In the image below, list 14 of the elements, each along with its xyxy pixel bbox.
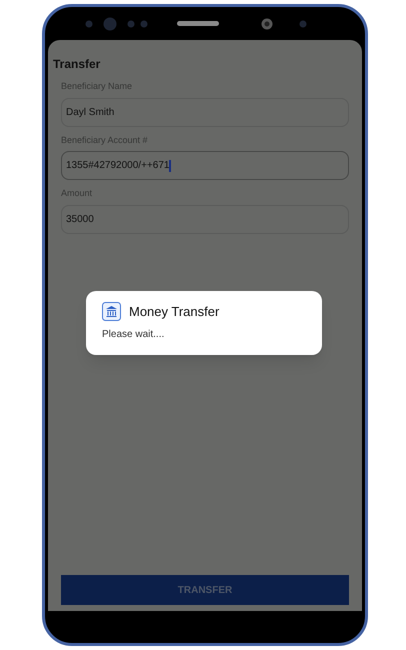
dialog-title: Money Transfer [129, 303, 220, 321]
sensor-icon [127, 20, 149, 28]
camera-icon [103, 16, 117, 30]
input-field[interactable]: 1355#42792000/++671 [61, 151, 349, 180]
speaker-icon [177, 21, 219, 26]
sensor-icon [85, 20, 93, 28]
input-field[interactable]: Dayl Smith [61, 98, 349, 126]
screen-title: Transfer [53, 56, 100, 73]
sensor-icon [299, 20, 307, 28]
bank-icon [102, 302, 121, 322]
transfer-button[interactable]: TRANSFER [61, 575, 349, 605]
input-field[interactable]: 35000 [61, 204, 349, 234]
dialog-message: Please wait.... [102, 328, 164, 342]
camera-icon [261, 18, 273, 30]
